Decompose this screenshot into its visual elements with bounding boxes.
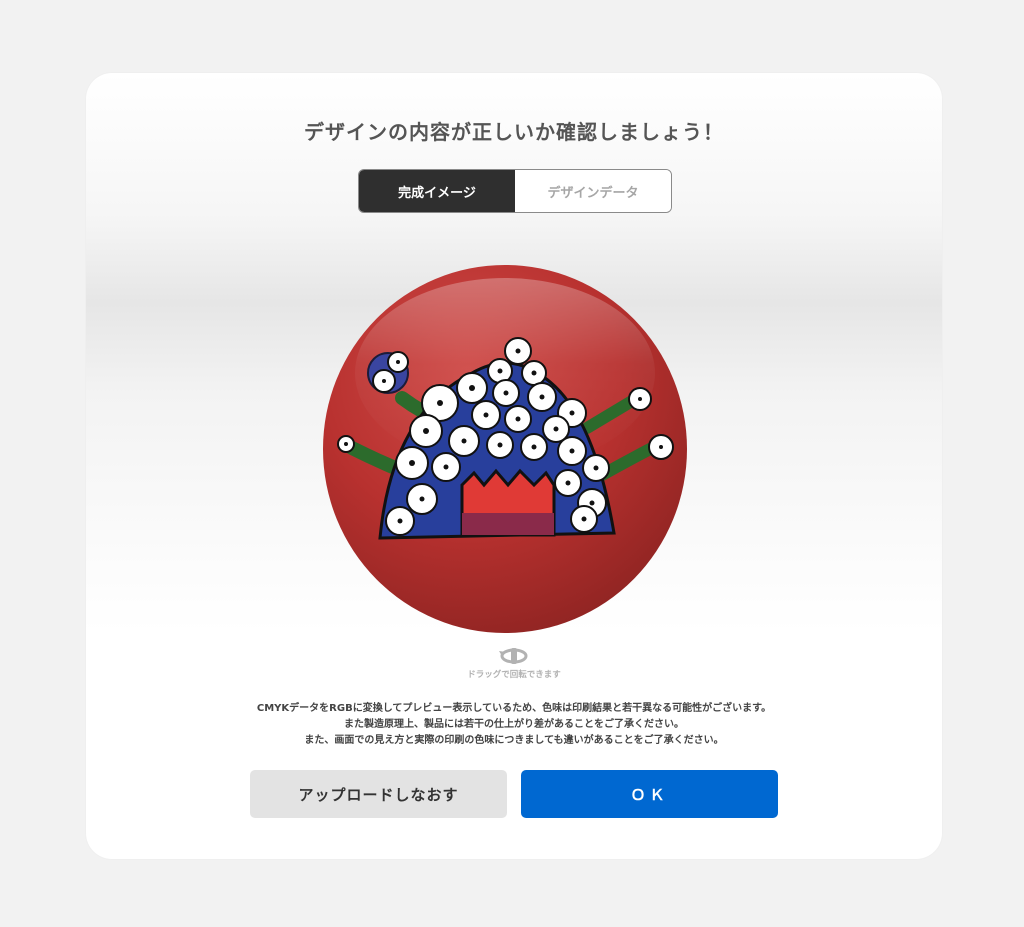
rotate-icon — [499, 648, 528, 664]
reupload-button[interactable]: アップロードしなおす — [250, 770, 507, 818]
badge-svg — [323, 265, 687, 633]
badge-3d-preview[interactable] — [322, 263, 688, 635]
confirm-dialog: デザインの内容が正しいか確認しましょう！ 完成イメージ デザインデータ ドラッグ… — [86, 73, 942, 859]
notice-line: また製造原理上、製品には若干の仕上がり差があることをご了承ください。 — [344, 719, 684, 730]
notice-line: CMYKデータをRGBに変換してプレビュー表示しているため、色味は印刷結果と若干… — [256, 703, 772, 714]
notice-line: また、画面での見え方と実際の印刷の色味につきましても違いがあることをご了承くださ… — [304, 735, 724, 746]
color-notice: CMYKデータをRGBに変換してプレビュー表示しているため、色味は印刷結果と若干… — [86, 701, 942, 749]
view-tabs: 完成イメージ デザインデータ — [358, 169, 672, 213]
rotate-hint: ドラッグで回転できます — [414, 645, 614, 680]
ok-button[interactable]: ＯＫ — [521, 770, 778, 818]
tab-design-data[interactable]: デザインデータ — [515, 170, 671, 212]
dialog-title: デザインの内容が正しいか確認しましょう！ — [304, 120, 724, 144]
tab-finished-image[interactable]: 完成イメージ — [359, 170, 515, 212]
rotate-hint-text: ドラッグで回転できます — [467, 670, 561, 680]
